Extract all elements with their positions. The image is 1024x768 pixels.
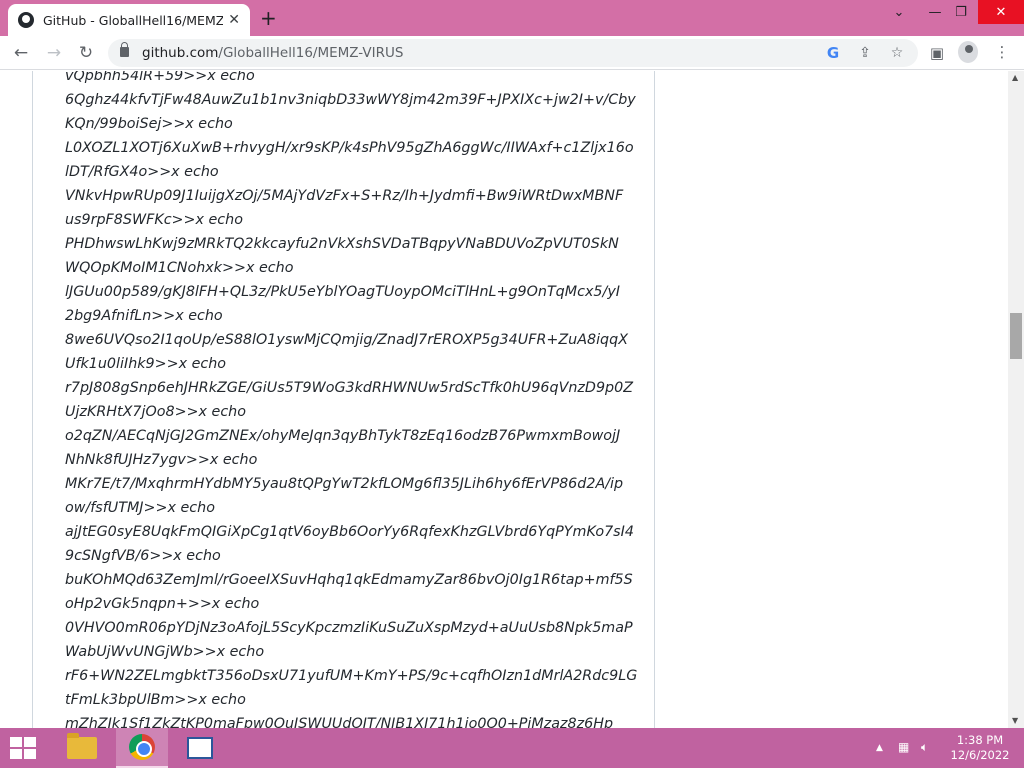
- scroll-up-arrow-icon[interactable]: ▲: [1012, 73, 1018, 82]
- code-line: r7pJ808gSnp6ehJHRkZGE/GiUs5T9WoG3kdRHWNU…: [65, 380, 634, 396]
- avatar: [958, 41, 978, 63]
- back-arrow-icon[interactable]: ←: [10, 42, 32, 64]
- scroll-down-arrow-icon[interactable]: ▼: [1012, 716, 1018, 725]
- close-window-button[interactable]: ✕: [978, 0, 1024, 24]
- code-line: mZhZIk1Sf1ZkZtKP0maFpw0OuJSWUUdOJT/NJB1X…: [65, 716, 614, 728]
- code-line: MKr7E/t7/MxqhrmHYdbMY5yau8tQPgYwT2kfLOMg…: [65, 476, 624, 492]
- code-line: us9rpF8SWFKc>>x echo: [65, 212, 243, 228]
- lock-icon[interactable]: [120, 42, 129, 57]
- side-panel-icon[interactable]: ▣: [927, 43, 947, 63]
- code-line: oHp2vGk5nqpn+>>x echo: [65, 596, 260, 612]
- browser-toolbar: ← → ↻ github.com/GloballHell16/MEMZ-VIRU…: [0, 36, 1024, 70]
- new-tab-button[interactable]: +: [260, 6, 277, 30]
- content-border-left: [32, 71, 33, 728]
- code-line: 6Qghz44kfvTjFw48AuwZu1b1nv3niqbD33wWY8jm…: [65, 92, 636, 108]
- vertical-scrollbar[interactable]: ▲ ▼: [1008, 71, 1024, 728]
- tab-search-chevron-icon[interactable]: ⌄: [882, 0, 916, 24]
- code-line: o2qZN/AECqNjGJ2GmZNEx/ohyMeJqn3qyBhTykT8…: [65, 428, 621, 444]
- taskbar-app[interactable]: [174, 728, 226, 768]
- forward-arrow-icon[interactable]: →: [43, 42, 65, 64]
- github-icon: [18, 12, 34, 28]
- code-line: lJGUu00p589/gKJ8lFH+QL3z/PkU5eYblYOagTUo…: [65, 284, 621, 300]
- bookmark-star-icon[interactable]: ☆: [888, 44, 906, 62]
- clock-date: 12/6/2022: [950, 748, 1010, 762]
- url-path: /GloballHell16/MEMZ-VIRUS: [218, 45, 404, 61]
- volume-icon[interactable]: 🔈︎: [921, 740, 928, 755]
- code-line: 8we6UVQso2I1qoUp/eS88lO1yswMjCQmjig/Znad…: [65, 332, 629, 348]
- code-line: WQOpKMoIM1CNohxk>>x echo: [65, 260, 294, 276]
- code-line: L0XOZL1XOTj6XuXwB+rhvygH/xr9sKP/k4sPhV95…: [65, 140, 634, 156]
- google-lens-icon[interactable]: G: [824, 44, 842, 62]
- network-icon[interactable]: ▦: [898, 740, 909, 754]
- app-window-icon: [187, 737, 213, 759]
- restore-button[interactable]: ❐: [944, 0, 978, 24]
- reload-icon[interactable]: ↻: [75, 42, 97, 64]
- share-icon[interactable]: ⇪: [856, 44, 874, 62]
- start-button-windows-icon[interactable]: [10, 737, 38, 759]
- code-line: 0VHVO0mR06pYDjNz3oAfojL5ScyKpczmzIiKuSuZ…: [65, 620, 633, 636]
- folder-icon: [67, 733, 97, 759]
- chrome-icon: [129, 734, 155, 760]
- tab-github[interactable]: GitHub - GloballHell16/MEMZ-VIRUS ✕: [8, 4, 250, 36]
- code-line: UjzKRHtX7jOo8>>x echo: [65, 404, 246, 420]
- code-line: 9cSNgfVB/6>>x echo: [65, 548, 221, 564]
- code-line: 2bg9AfnifLn>>x echo: [65, 308, 223, 324]
- tab-close-icon[interactable]: ✕: [228, 12, 240, 28]
- code-line: vQpbhh54lR+59>>x echo: [65, 71, 255, 84]
- code-line: KQn/99boiSej>>x echo: [65, 116, 233, 132]
- profile-icon[interactable]: [958, 41, 978, 63]
- code-line: lDT/RfGX4o>>x echo: [65, 164, 219, 180]
- browser-tab-strip: GitHub - GloballHell16/MEMZ-VIRUS ✕ + ⌄ …: [0, 0, 1024, 36]
- system-clock[interactable]: 1:38 PM 12/6/2022: [948, 733, 1012, 763]
- code-block: vQpbhh54lR+59>>x echo 6Qghz44kfvTjFw48Au…: [65, 71, 638, 728]
- scrollbar-thumb[interactable]: [1010, 313, 1022, 359]
- menu-dots-icon[interactable]: ⋮: [992, 42, 1012, 62]
- tab-title: GitHub - GloballHell16/MEMZ-VIRUS: [43, 12, 223, 28]
- windows-taskbar: ▲ ▦ 🔈︎ 1:38 PM 12/6/2022: [0, 728, 1024, 768]
- show-hidden-icons-chevron-icon[interactable]: ▲: [876, 743, 883, 753]
- taskbar-file-explorer[interactable]: [56, 728, 108, 768]
- taskbar-chrome[interactable]: [116, 728, 168, 768]
- code-line: PHDhwswLhKwj9zMRkTQ2kkcayfu2nVkXshSVDaTB…: [65, 236, 619, 252]
- url-text[interactable]: github.com/GloballHell16/MEMZ-VIRUS: [142, 45, 403, 61]
- code-line: buKOhMQd63ZemJml/rGoeeIXSuvHqhq1qkEdmamy…: [65, 572, 633, 588]
- code-line: WabUjWvUNGjWb>>x echo: [65, 644, 265, 660]
- content-border-right: [654, 71, 655, 728]
- url-host: github.com: [142, 45, 219, 61]
- code-line: ajJtEG0syE8UqkFmQIGiXpCg1qtV6oyBb6OorYy6…: [65, 524, 634, 540]
- code-line: tFmLk3bpUlBm>>x echo: [65, 692, 246, 708]
- page-content: vQpbhh54lR+59>>x echo 6Qghz44kfvTjFw48Au…: [0, 71, 1008, 728]
- code-line: rF6+WN2ZELmgbktT356oDsxU71yufUM+KmY+PS/9…: [65, 668, 638, 684]
- address-bar[interactable]: github.com/GloballHell16/MEMZ-VIRUS G ⇪ …: [108, 39, 918, 67]
- clock-time: 1:38 PM: [956, 733, 1004, 747]
- code-line: ow/fsfUTMJ>>x echo: [65, 500, 215, 516]
- code-line: NhNk8fUJHz7ygv>>x echo: [65, 452, 258, 468]
- code-line: Ufk1u0liIhk9>>x echo: [65, 356, 227, 372]
- code-line: VNkvHpwRUp09J1IuijgXzOj/5MAjYdVzFx+S+Rz/…: [65, 188, 624, 204]
